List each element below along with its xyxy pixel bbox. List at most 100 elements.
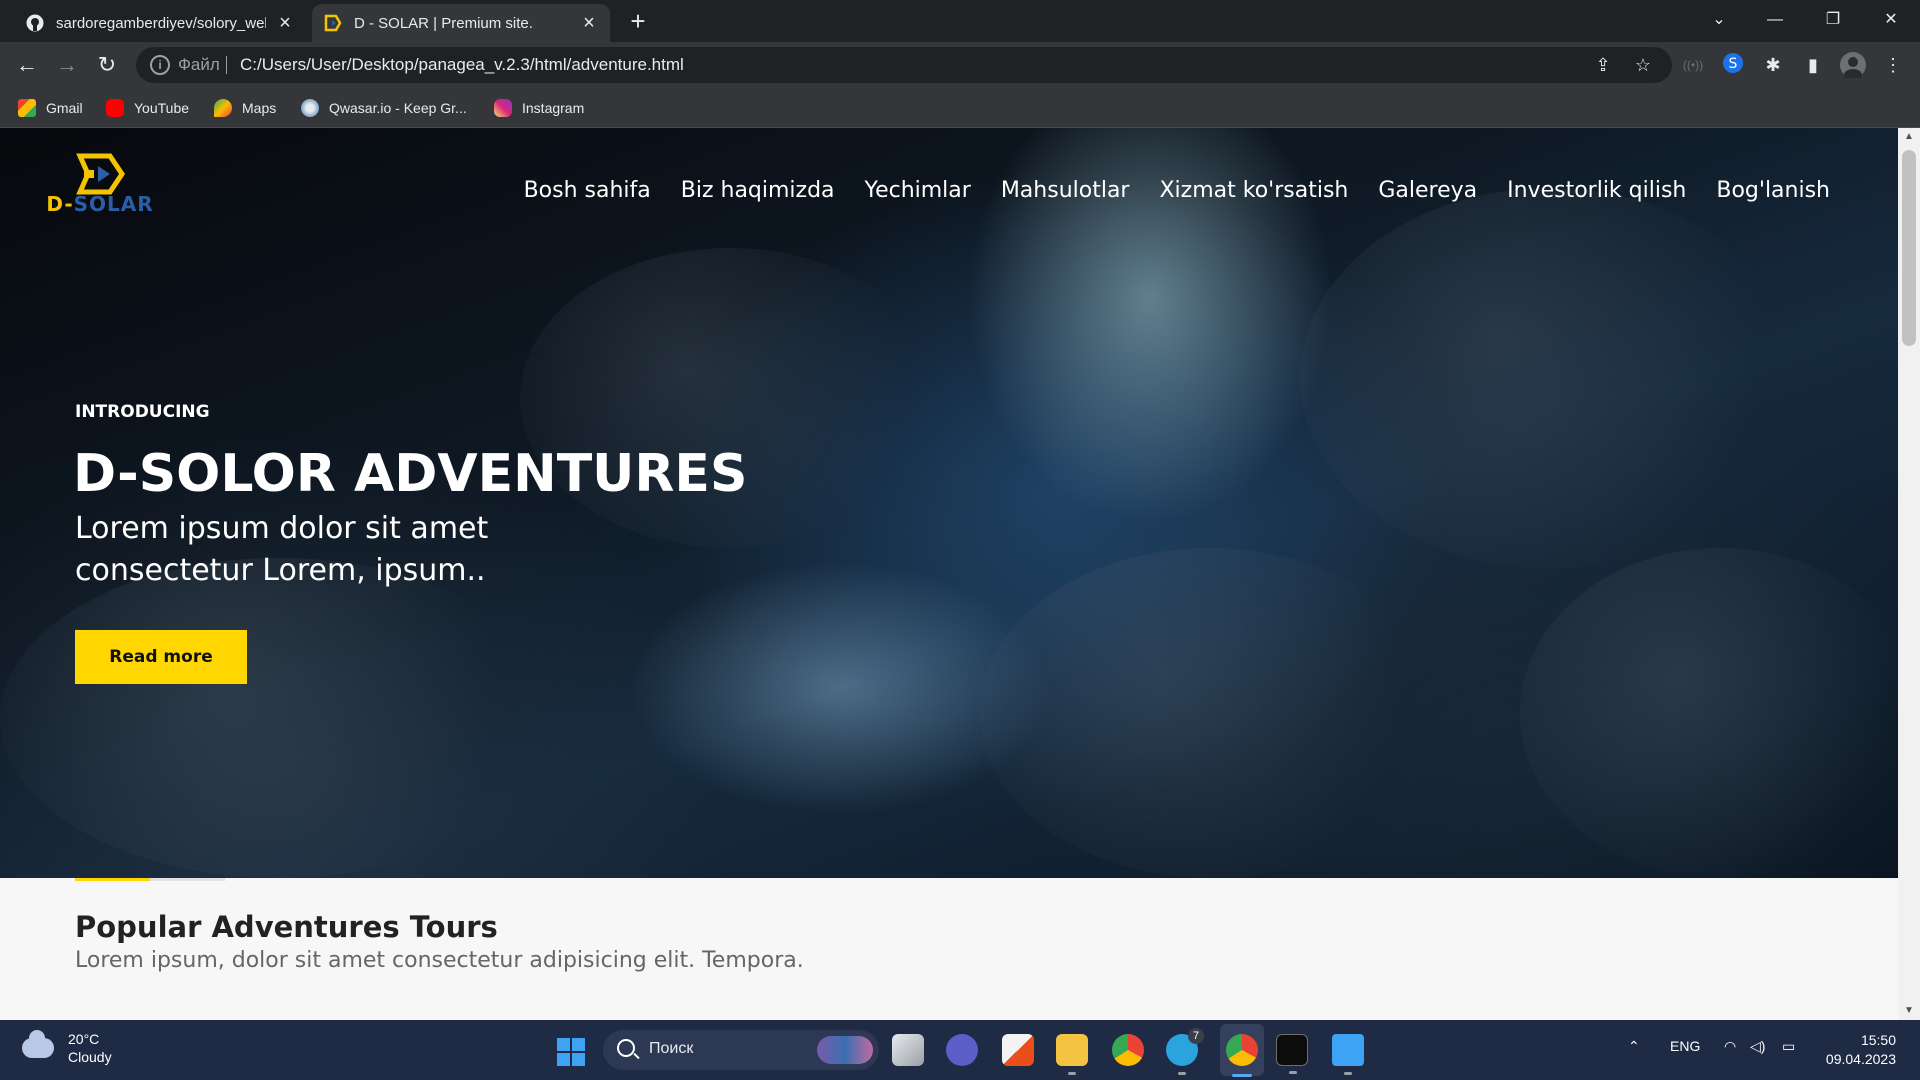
site-navigation: Bosh sahifa Biz haqimizda Yechimlar Mahs…: [524, 178, 1830, 203]
weather-widget[interactable]: 20°C Cloudy: [22, 1030, 112, 1066]
minimize-icon[interactable]: —: [1752, 6, 1798, 34]
background-rock: [980, 548, 1440, 878]
taskbar-search[interactable]: Поиск: [603, 1030, 879, 1070]
nav-link-services[interactable]: Xizmat ko'rsatish: [1159, 178, 1348, 203]
terminal-icon[interactable]: [1276, 1034, 1308, 1074]
tab-search-icon[interactable]: ⌄: [1696, 6, 1742, 34]
weather-temp: 20°C: [68, 1031, 100, 1047]
nav-link-about[interactable]: Biz haqimizda: [681, 178, 835, 203]
telegram-icon[interactable]: 7: [1166, 1028, 1204, 1075]
bookmark-label: Maps: [242, 100, 277, 116]
address-bar[interactable]: i Файл C:/Users/User/Desktop/panagea_v.2…: [136, 47, 1672, 83]
youtube-icon: [106, 99, 124, 117]
bookmark-youtube[interactable]: YouTube: [106, 97, 189, 119]
search-icon: [617, 1039, 635, 1057]
close-window-icon[interactable]: ✕: [1868, 6, 1914, 34]
tab-title: D - SOLAR | Premium site.: [354, 14, 533, 32]
language-indicator[interactable]: ENG: [1670, 1038, 1700, 1054]
qwasar-icon: [301, 99, 319, 117]
office-icon[interactable]: [1002, 1034, 1034, 1066]
slider-progress[interactable]: [75, 878, 225, 881]
scroll-down-arrow-icon[interactable]: ▼: [1898, 1002, 1920, 1020]
nav-link-products[interactable]: Mahsulotlar: [1001, 178, 1130, 203]
shazam-extension-icon[interactable]: S: [1720, 52, 1746, 78]
hero-subtitle: Lorem ipsum dolor sit amet consectetur L…: [75, 511, 489, 588]
bookmarks-bar: Gmail YouTube Maps Qwasar.io - Keep Gr..…: [0, 88, 1920, 128]
bookmark-label: Instagram: [522, 100, 585, 116]
browser-tab-bar: sardoregamberdiyev/solory_web × D - SOLA…: [0, 0, 1920, 42]
wifi-icon[interactable]: ◠: [1724, 1038, 1736, 1055]
share-icon[interactable]: ⇪: [1592, 54, 1614, 76]
running-indicator: [1289, 1071, 1297, 1074]
battery-icon[interactable]: ▭: [1782, 1038, 1795, 1055]
extensions-puzzle-icon[interactable]: ✱: [1760, 52, 1786, 78]
page-scrollbar[interactable]: ▲ ▼: [1898, 128, 1920, 1020]
close-tab-icon[interactable]: ×: [580, 13, 598, 33]
site-info-icon[interactable]: i: [150, 55, 170, 75]
nav-link-solutions[interactable]: Yechimlar: [865, 178, 971, 203]
nav-link-contact[interactable]: Bog'lanish: [1716, 178, 1830, 203]
side-panel-icon[interactable]: ▮: [1800, 52, 1826, 78]
bookmark-qwasar[interactable]: Qwasar.io - Keep Gr...: [301, 97, 467, 119]
cast-icon[interactable]: ((•)): [1680, 52, 1706, 78]
clock-date: 09.04.2023: [1825, 1051, 1896, 1067]
notepad-icon[interactable]: [1332, 1034, 1364, 1075]
tray-overflow-chevron-icon[interactable]: ⌃: [1628, 1038, 1640, 1055]
url-text[interactable]: C:/Users/User/Desktop/panagea_v.2.3/html…: [240, 55, 684, 75]
d-solar-logo-icon: [76, 153, 126, 195]
read-more-button[interactable]: Read more: [75, 630, 247, 684]
windows-start-icon[interactable]: [557, 1038, 585, 1066]
bookmark-instagram[interactable]: Instagram: [494, 97, 584, 119]
hero-section: D-SOLAR Bosh sahifa Biz haqimizda Yechim…: [0, 128, 1898, 878]
site-logo[interactable]: D-SOLAR: [36, 152, 164, 216]
restore-icon[interactable]: ❐: [1810, 6, 1856, 34]
file-explorer-icon[interactable]: [1056, 1034, 1088, 1075]
instagram-icon: [494, 99, 512, 117]
scrollbar-thumb[interactable]: [1902, 150, 1916, 346]
bookmark-star-icon[interactable]: ☆: [1632, 54, 1654, 76]
tab-github[interactable]: sardoregamberdiyev/solory_web ×: [14, 4, 306, 42]
chrome-icon[interactable]: [1112, 1034, 1144, 1066]
back-icon[interactable]: ←: [12, 50, 42, 80]
background-rock: [0, 558, 560, 878]
windows-taskbar: 20°C Cloudy Поиск 7 ⌃ ENG ◠ ◁) ▭ 15:50 0…: [0, 1020, 1920, 1080]
hero-eyebrow: INTRODUCING: [75, 402, 210, 422]
tab-title: sardoregamberdiyev/solory_web: [56, 14, 266, 32]
more-menu-icon[interactable]: ⋮: [1880, 52, 1906, 78]
bookmark-gmail[interactable]: Gmail: [18, 97, 83, 119]
reload-icon[interactable]: ↻: [92, 50, 122, 80]
search-label: Поиск: [649, 1040, 694, 1057]
forward-icon[interactable]: →: [52, 50, 82, 80]
nav-link-gallery[interactable]: Galereya: [1378, 178, 1477, 203]
logo-text: D-SOLAR: [46, 192, 154, 216]
nav-link-home[interactable]: Bosh sahifa: [524, 178, 651, 203]
chrome-active-icon[interactable]: [1226, 1034, 1258, 1066]
background-rock: [1300, 188, 1800, 568]
gmail-icon: [18, 99, 36, 117]
slider-progress-fill: [75, 878, 150, 881]
task-view-icon[interactable]: [892, 1034, 924, 1066]
hero-title: D-SOLOR ADVENTURES: [73, 444, 748, 504]
teams-chat-icon[interactable]: [946, 1034, 978, 1066]
volume-icon[interactable]: ◁): [1750, 1038, 1765, 1055]
svg-text:S: S: [1729, 56, 1738, 72]
bookmark-label: Qwasar.io - Keep Gr...: [329, 100, 467, 116]
cloud-icon: [22, 1030, 54, 1058]
d-solar-favicon-icon: [324, 14, 342, 32]
url-scheme-label: Файл: [178, 55, 220, 74]
system-clock[interactable]: 15:50 09.04.2023: [1820, 1031, 1896, 1069]
bookmark-label: YouTube: [134, 100, 190, 116]
github-icon: [26, 14, 44, 32]
weather-condition: Cloudy: [68, 1049, 112, 1065]
new-tab-icon[interactable]: +: [624, 8, 652, 36]
maps-icon: [214, 99, 232, 117]
background-rock: [1520, 548, 1898, 878]
profile-avatar[interactable]: [1840, 52, 1866, 81]
bookmark-maps[interactable]: Maps: [214, 97, 276, 119]
tab-d-solar[interactable]: D - SOLAR | Premium site. ×: [312, 4, 610, 42]
page-viewport: D-SOLAR Bosh sahifa Biz haqimizda Yechim…: [0, 128, 1898, 1020]
close-tab-icon[interactable]: ×: [276, 13, 294, 33]
scroll-up-arrow-icon[interactable]: ▲: [1898, 128, 1920, 146]
nav-link-invest[interactable]: Investorlik qilish: [1507, 178, 1686, 203]
clock-time: 15:50: [1860, 1032, 1896, 1048]
